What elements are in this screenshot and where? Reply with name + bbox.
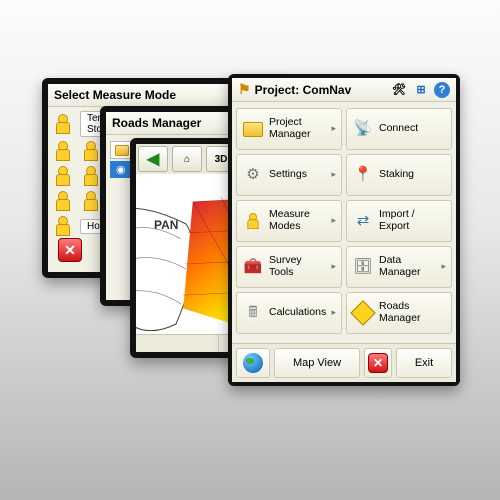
window-title: Roads Manager — [112, 116, 201, 130]
menu-label: Import / Export — [379, 209, 446, 232]
button-label: Map View — [293, 357, 341, 369]
menu-import-export[interactable]: ⇄ Import / Export — [346, 200, 452, 242]
menu-label: Connect — [379, 123, 418, 135]
window-project-comnav: ⚑ Project: ComNav 🛠 ⊞ ? Project Manager … — [228, 74, 460, 386]
bullet-icon: ◉ — [116, 163, 126, 176]
toolbox-icon: 🧰 — [242, 256, 264, 278]
folder-icon — [242, 118, 264, 140]
connect-icon: 📡 — [352, 118, 374, 140]
button-label: Exit — [415, 357, 433, 369]
map-view-button[interactable]: Map View — [274, 348, 360, 378]
person-icon — [242, 210, 264, 232]
menu-label: Roads Manager — [379, 301, 446, 324]
window-title: Project: ComNav — [255, 83, 352, 97]
roads-icon — [352, 302, 374, 324]
windows-icon[interactable]: ⊞ — [412, 82, 430, 98]
folder-icon — [115, 145, 129, 156]
person-icon — [52, 215, 74, 237]
menu-label: Data Manager — [379, 255, 436, 278]
close-button[interactable]: ✕ — [58, 238, 82, 262]
close-button[interactable]: ✕ — [364, 348, 392, 378]
menu-project-manager[interactable]: Project Manager ▸ — [236, 108, 342, 150]
menu-roads-manager[interactable]: Roads Manager — [346, 292, 452, 334]
menu-label: Calculations — [269, 307, 326, 319]
person-icon — [80, 140, 102, 162]
chevron-right-icon: ▸ — [331, 262, 336, 272]
menu-calculations[interactable]: 🖩 Calculations ▸ — [236, 292, 342, 334]
menu-staking[interactable]: 📍 Staking — [346, 154, 452, 196]
import-export-icon: ⇄ — [352, 210, 374, 232]
database-icon: 🗄 — [352, 256, 374, 278]
person-icon — [52, 190, 74, 212]
menu-data-manager[interactable]: 🗄 Data Manager ▸ — [346, 246, 452, 288]
menu-label: Measure Modes — [269, 209, 326, 232]
back-arrow-icon: ◀ — [147, 149, 159, 169]
menu-label: Staking — [379, 169, 414, 181]
help-icon[interactable]: ? — [434, 82, 450, 98]
titlebar: ⚑ Project: ComNav 🛠 ⊞ ? — [232, 78, 456, 102]
person-icon — [80, 190, 102, 212]
staking-icon: 📍 — [352, 164, 374, 186]
person-icon — [52, 165, 74, 187]
tools-icon[interactable]: 🛠 — [390, 82, 408, 98]
person-icon — [52, 140, 74, 162]
home-button[interactable]: ⌂ — [172, 146, 202, 172]
menu-measure-modes[interactable]: Measure Modes ▸ — [236, 200, 342, 242]
chevron-right-icon: ▸ — [331, 216, 336, 226]
chevron-right-icon: ▸ — [331, 308, 336, 318]
exit-button[interactable]: Exit — [396, 348, 452, 378]
menu-connect[interactable]: 📡 Connect — [346, 108, 452, 150]
bottom-bar: Map View ✕ Exit — [232, 343, 456, 382]
main-menu-grid: Project Manager ▸ 📡 Connect ⚙ Settings ▸… — [232, 102, 456, 343]
back-button[interactable]: ◀ — [138, 146, 168, 172]
menu-survey-tools[interactable]: 🧰 Survey Tools ▸ — [236, 246, 342, 288]
chevron-right-icon: ▸ — [441, 262, 446, 272]
close-icon: ✕ — [368, 353, 388, 373]
menu-settings[interactable]: ⚙ Settings ▸ — [236, 154, 342, 196]
menu-label: Settings — [269, 169, 307, 181]
menu-label: Project Manager — [269, 117, 326, 140]
3d-label: 3D — [215, 154, 228, 165]
menu-label: Survey Tools — [269, 255, 326, 278]
person-icon — [80, 165, 102, 187]
globe-icon — [243, 353, 263, 373]
globe-button[interactable] — [236, 348, 270, 378]
chevron-right-icon: ▸ — [331, 124, 336, 134]
person-icon — [52, 113, 74, 135]
chevron-right-icon: ▸ — [331, 170, 336, 180]
blank-cell — [136, 335, 219, 352]
gear-icon: ⚙ — [242, 164, 264, 186]
window-title: Select Measure Mode — [54, 88, 176, 102]
calculator-icon: 🖩 — [242, 302, 264, 324]
flag-icon: ⚑ — [238, 81, 251, 98]
